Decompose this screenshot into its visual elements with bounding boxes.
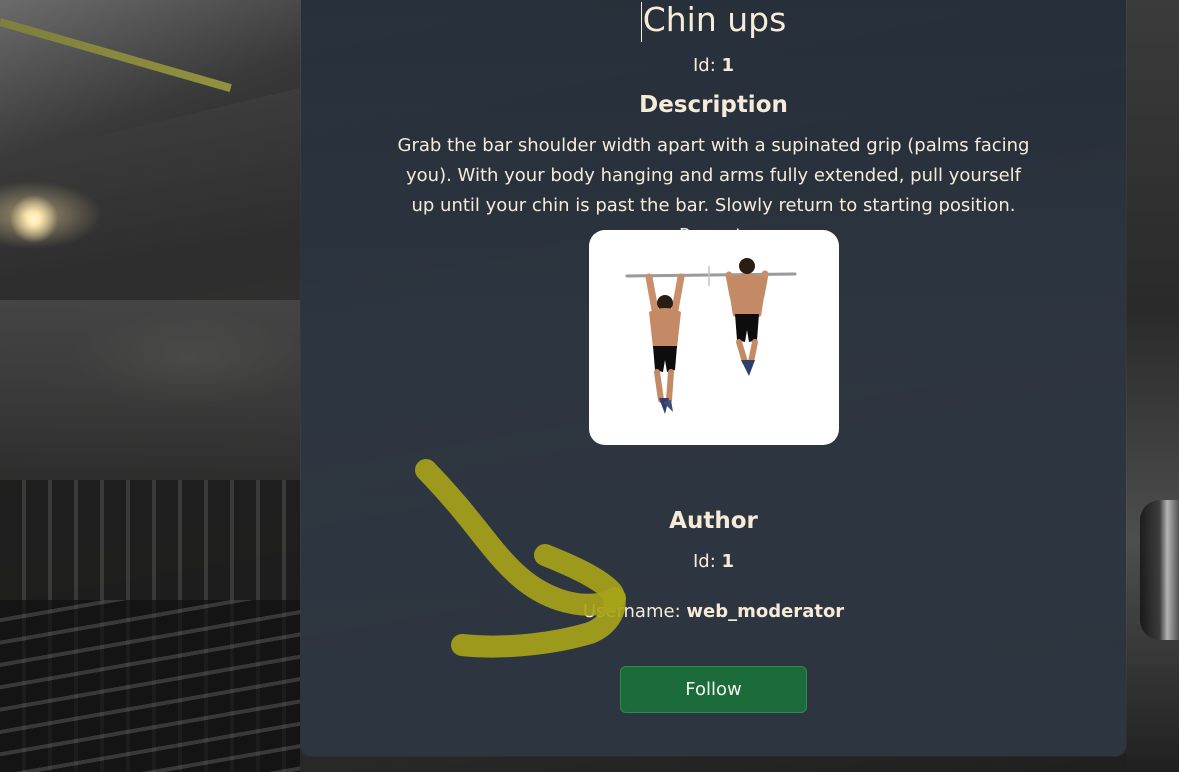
author-id: Id: 1 (301, 550, 1126, 574)
chin-up-illustration (625, 258, 797, 414)
follow-button[interactable]: Follow (620, 666, 807, 713)
exercise-id: Id: 1 (301, 54, 1126, 78)
exercise-title-row: Chin ups (301, 0, 1126, 42)
author-username-value: web_moderator (686, 601, 845, 622)
author-id-value: 1 (721, 551, 735, 572)
exercise-title: Chin ups (642, 0, 787, 39)
gym-right-wall-decoration (1126, 0, 1179, 772)
dumbbell-row-decoration (0, 600, 300, 772)
exercise-id-label: Id: (692, 55, 716, 76)
ceiling-light-decoration (10, 195, 58, 243)
gym-ceiling-decoration (0, 0, 300, 160)
page-background: Chin ups Id: 1 Description Grab the bar … (0, 0, 1179, 772)
description-heading: Description (639, 92, 788, 118)
gym-wall-decoration (0, 300, 300, 480)
text-caret (640, 1, 642, 42)
exercise-image (589, 230, 839, 445)
author-heading: Author (669, 508, 758, 534)
exercise-card: Chin ups Id: 1 Description Grab the bar … (301, 0, 1126, 756)
author-username: Username: web_moderator (301, 600, 1126, 624)
gym-machine-decoration (1140, 500, 1179, 640)
author-username-label: Username: (582, 601, 681, 622)
author-id-label: Id: (692, 551, 716, 572)
exercise-id-value: 1 (721, 55, 735, 76)
